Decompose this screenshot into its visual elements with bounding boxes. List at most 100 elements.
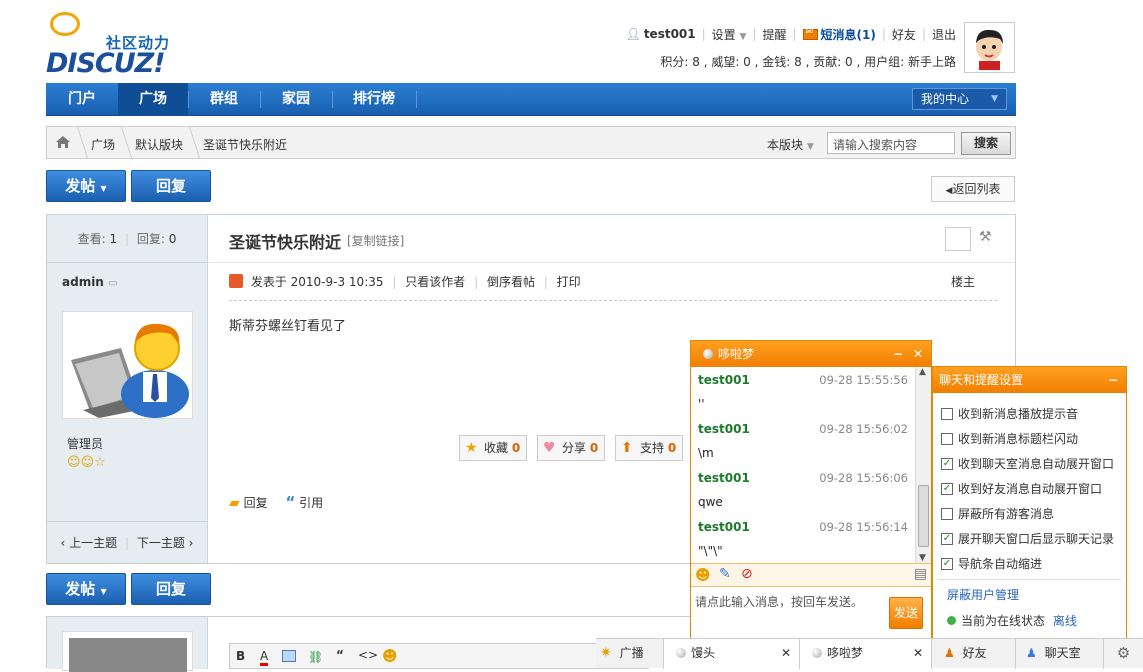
favorite-button[interactable]: ★ 收藏 0 [459,435,528,461]
bold-icon[interactable]: B [236,649,245,663]
chatroom-tab[interactable]: ♟ 聊天室 [1016,639,1104,669]
main-nav: 门户 广场 群组 家园 排行榜 我的中心 ▼ [46,83,1016,116]
status-dot-icon [812,648,822,658]
search-button[interactable]: 搜索 [961,132,1011,155]
user-avatar[interactable] [964,22,1015,73]
chat-tab-mantou[interactable]: 馒头 ✕ [664,639,800,669]
chat-tab-doraemon[interactable]: 哆啦梦 ✕ [800,639,932,669]
clear-broom-icon[interactable]: ✎ [719,566,731,582]
scroll-down-icon[interactable]: ▼ [919,553,926,563]
option-friend-auto-open[interactable]: ✓ 收到好友消息自动展开窗口 [941,480,1102,497]
option-title-flash[interactable]: 收到新消息标题栏闪动 [941,430,1078,447]
post-author-column: 查看: 1 | 回复: 0 admin ▭ 管理员 ☺☺☆ ‹ 上一主题 | 下 [47,215,208,563]
block-user-icon[interactable]: ⊘ [741,566,753,582]
friends-tab[interactable]: ♟ 好友 [932,639,1016,669]
settings-header[interactable]: 聊天和提醒设置 − [933,367,1126,393]
chat-message-user[interactable]: test001 [698,373,750,387]
smiley-icon[interactable]: ☻ [695,566,711,584]
logo-wordmark: DISCUZ! [46,48,166,79]
friends-link[interactable]: 好友 [892,26,916,43]
author-avatar[interactable] [62,311,193,419]
breadcrumb-plaza[interactable]: 广场 [91,136,115,153]
username-link[interactable]: test001 [644,27,696,41]
chat-scrollbar[interactable]: ▲ ▼ [915,367,931,563]
nav-item-home[interactable]: 家园 [260,83,332,116]
pm-link[interactable]: 短消息(1) [821,26,876,43]
go-offline-link[interactable]: 离线 [1053,614,1077,628]
link-icon[interactable]: ⛓ [308,650,323,664]
reply-button[interactable]: 回复 [131,170,211,202]
option-show-history[interactable]: ✓ 展开聊天窗口后显示聊天记录 [941,530,1114,547]
smiley-icon[interactable]: ☻ [382,647,398,665]
new-post-button-bottom[interactable]: 发帖 ▼ [46,573,126,605]
manage-wrench-icon[interactable]: ⚒ [979,229,992,245]
clipboard-icon[interactable]: ▤ [914,566,927,582]
close-icon[interactable]: ✕ [781,639,791,667]
chat-settings-panel: 聊天和提醒设置 − 收到新消息播放提示音 收到新消息标题栏闪动 ✓ 收到聊天室消息… [932,366,1127,668]
chat-window-header[interactable]: 哆啦梦 − ✕ [691,341,931,367]
block-users-link[interactable]: 屏蔽用户管理 [947,586,1019,603]
close-icon[interactable]: ✕ [913,341,923,367]
checkbox-checked[interactable]: ✓ [941,482,953,495]
checkbox[interactable] [941,432,953,445]
scroll-thumb[interactable] [918,485,929,547]
support-button[interactable]: ⬆ 支持 0 [615,435,684,461]
option-play-sound[interactable]: 收到新消息播放提示音 [941,405,1078,422]
quote-link[interactable]: “ 引用 [285,493,323,511]
option-room-auto-open[interactable]: ✓ 收到聊天室消息自动展开窗口 [941,455,1114,472]
chat-message: test001 09-28 15:56:14 "\"\" [698,520,908,558]
chat-message-user[interactable]: test001 [698,471,750,485]
chat-message-text: \m [698,446,714,460]
share-button[interactable]: ♥ 分享 0 [537,435,606,461]
logout-link[interactable]: 退出 [932,26,956,43]
print-link[interactable]: 打印 [557,275,581,289]
search-scope-select[interactable]: 本版块 ▼ [767,136,814,153]
chat-message-input[interactable]: 请点此输入消息，按回车发送。 [695,593,885,633]
new-post-button[interactable]: 发帖 ▼ [46,170,126,202]
nav-item-plaza[interactable]: 广场 [118,83,188,116]
nav-item-group[interactable]: 群组 [188,83,260,116]
quote-icon[interactable]: “ [336,648,344,662]
home-icon[interactable] [55,134,71,150]
settings-link[interactable]: 设置 ▼ [712,26,747,43]
breadcrumb-thread[interactable]: 圣诞节快乐附近 [203,136,287,153]
checkbox[interactable] [941,507,953,520]
minimize-icon[interactable]: − [893,341,903,367]
my-center-dropdown[interactable]: 我的中心 ▼ [912,88,1007,110]
option-auto-indent[interactable]: ✓ 导航条自动缩进 [941,555,1042,572]
copy-link[interactable]: [复制链接] [347,232,404,249]
user-bar: 👤︎ test001 | 设置 ▼ | 提醒 | ✉ 短消息(1) | 好友 |… [625,26,956,43]
image-icon[interactable] [282,650,296,662]
breadcrumb-default-forum[interactable]: 默认版块 [135,136,183,153]
credits-text: 积分: 8 , 威望: 0 , 金钱: 8 , 贡献: 0 , 用户组: 新手上… [660,55,956,69]
search-input[interactable]: 请输入搜索内容 [827,132,955,154]
nav-item-ranking[interactable]: 排行榜 [332,83,416,116]
checkbox-checked[interactable]: ✓ [941,557,953,570]
reverse-order-link[interactable]: 倒序看帖 [487,275,535,289]
font-color-icon[interactable]: A [260,649,269,666]
checkbox[interactable] [941,407,953,420]
broadcast-tab[interactable]: ✷ 广播 [596,639,664,669]
chat-message-user[interactable]: test001 [698,422,750,436]
option-block-guests[interactable]: 屏蔽所有游客消息 [941,505,1054,522]
prev-thread-link[interactable]: ‹ 上一主题 [61,536,118,550]
reply-post-link[interactable]: ▰ 回复 [229,495,268,511]
nav-item-portal[interactable]: 门户 [46,83,118,116]
minimize-icon[interactable]: − [1108,367,1118,393]
only-author-link[interactable]: 只看该作者 [405,275,465,289]
back-to-list-button[interactable]: ◀返回列表 [931,176,1015,202]
checkbox-checked[interactable]: ✓ [941,457,953,470]
close-icon[interactable]: ✕ [913,639,923,667]
author-name-link[interactable]: admin ▭ [62,275,118,289]
discuz-logo[interactable]: 社区动力 DISCUZ! [46,10,186,80]
select-checkbox[interactable] [945,227,971,251]
checkbox-checked[interactable]: ✓ [941,532,953,545]
scroll-up-icon[interactable]: ▲ [919,367,926,377]
reply-button-bottom[interactable]: 回复 [131,573,211,605]
chat-message-user[interactable]: test001 [698,520,750,534]
next-thread-link[interactable]: 下一主题 › [137,536,194,550]
remind-link[interactable]: 提醒 [762,26,786,43]
code-icon[interactable]: <> [358,648,378,662]
send-button[interactable]: 发送 [889,597,923,629]
settings-gear-button[interactable]: ⚙ [1104,639,1143,669]
